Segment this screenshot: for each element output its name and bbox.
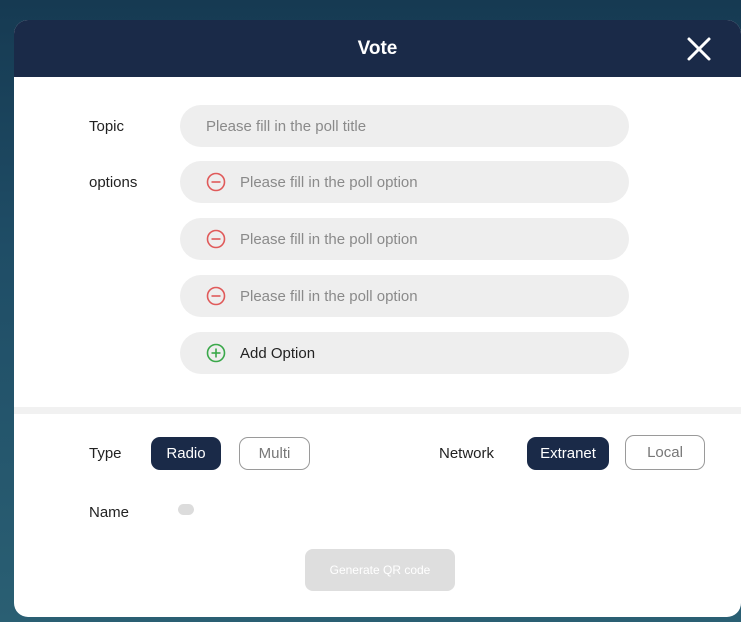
topic-input[interactable] — [206, 117, 629, 135]
section-divider — [14, 407, 741, 414]
option-input-1[interactable] — [240, 173, 629, 191]
minus-circle-icon[interactable] — [206, 229, 226, 249]
option-input-2[interactable] — [240, 230, 629, 248]
vote-dialog: Vote Topic options A — [14, 20, 741, 617]
close-icon[interactable] — [682, 32, 716, 66]
option-row-1 — [180, 161, 629, 203]
dialog-header: Vote — [14, 20, 741, 77]
minus-circle-icon[interactable] — [206, 172, 226, 192]
dialog-title: Vote — [357, 38, 398, 59]
plus-circle-icon — [206, 343, 226, 363]
network-label: Network — [439, 445, 495, 462]
type-radio-button[interactable]: Radio — [151, 437, 221, 470]
generate-qr-button[interactable]: Generate QR code — [305, 549, 455, 591]
options-label: options — [89, 174, 138, 191]
option-row-2 — [180, 218, 629, 260]
minus-circle-icon[interactable] — [206, 286, 226, 306]
name-toggle[interactable] — [178, 504, 194, 515]
option-input-3[interactable] — [240, 287, 629, 305]
type-multi-button[interactable]: Multi — [239, 437, 310, 470]
topic-input-container — [180, 105, 629, 147]
network-extranet-button[interactable]: Extranet — [527, 437, 609, 470]
topic-label: Topic — [89, 118, 125, 135]
name-label: Name — [89, 504, 130, 521]
network-local-button[interactable]: Local — [625, 435, 705, 470]
type-label: Type — [89, 445, 122, 462]
add-option-label: Add Option — [240, 344, 316, 362]
add-option-button[interactable]: Add Option — [180, 332, 629, 374]
option-row-3 — [180, 275, 629, 317]
